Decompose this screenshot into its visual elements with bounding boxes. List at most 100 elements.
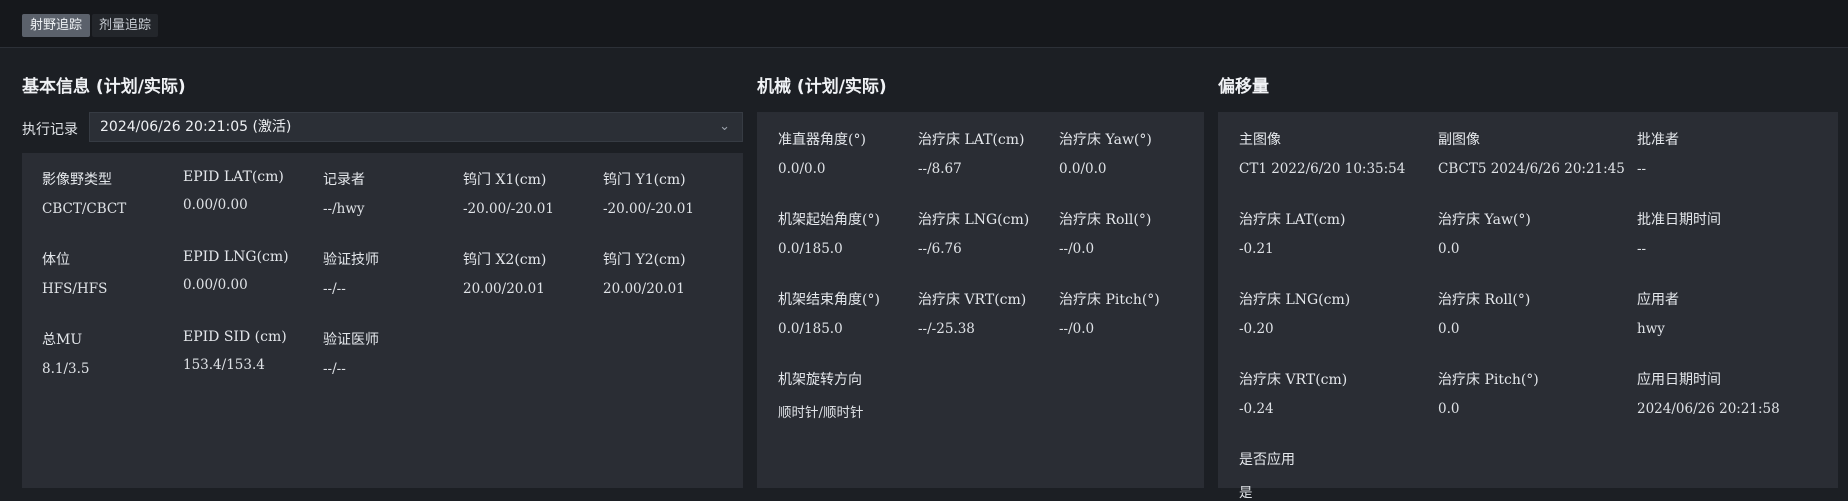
field-value: -0.21 — [1239, 241, 1274, 257]
field-label: 治疗床 Roll(°) — [1438, 292, 1531, 308]
field-value: 0.0/185.0 — [778, 321, 843, 337]
field-offset-yaw: 治疗床 Yaw(°) 0.0 — [1438, 209, 1531, 257]
field-label: 验证技师 — [323, 252, 379, 268]
field-label: 治疗床 Pitch(°) — [1059, 292, 1160, 308]
field-label: 记录者 — [323, 172, 365, 188]
field-value: hwy — [1637, 321, 1665, 337]
field-label: 批准日期时间 — [1637, 212, 1721, 228]
field-is-applied: 是否应用 是 — [1239, 449, 1295, 501]
field-label: 治疗床 LNG(cm) — [1239, 292, 1351, 308]
field-value: 0.0/0.0 — [1059, 161, 1107, 177]
field-label: 准直器角度(°) — [778, 132, 866, 148]
field-value: -20.00/-20.01 — [463, 201, 554, 217]
field-epid-lng: EPID LNG(cm) 0.00/0.00 — [183, 249, 289, 293]
field-collimator-angle: 准直器角度(°) 0.0/0.0 — [778, 129, 866, 177]
field-label: EPID LAT(cm) — [183, 169, 284, 185]
field-offset-lng: 治疗床 LNG(cm) -0.20 — [1239, 289, 1350, 337]
field-value: CBCT/CBCT — [42, 201, 127, 217]
field-label: 治疗床 VRT(cm) — [918, 292, 1027, 308]
field-value: --/-- — [323, 281, 346, 297]
field-couch-vrt: 治疗床 VRT(cm) --/-25.38 — [918, 289, 1026, 337]
field-epid-sid: EPID SID (cm) 153.4/153.4 — [183, 329, 287, 373]
basic-info-title: 基本信息 (计划/实际) — [22, 77, 186, 97]
field-label: EPID LNG(cm) — [183, 249, 289, 265]
field-label: 应用者 — [1637, 292, 1679, 308]
field-value: -- — [1637, 161, 1647, 177]
field-verify-tech: 验证技师 --/-- — [323, 249, 379, 297]
field-value: 8.1/3.5 — [42, 361, 90, 377]
field-label: 钨门 X2(cm) — [463, 252, 547, 268]
field-label: 影像野类型 — [42, 172, 112, 188]
field-approval-datetime: 批准日期时间 -- — [1637, 209, 1721, 257]
field-label: 体位 — [42, 252, 70, 268]
field-value: CBCT5 2024/6/26 20:21:45 — [1438, 161, 1625, 177]
field-gantry-start: 机架起始角度(°) 0.0/185.0 — [778, 209, 880, 257]
field-label: 应用日期时间 — [1637, 372, 1721, 388]
field-applier: 应用者 hwy — [1637, 289, 1679, 337]
field-label: 总MU — [42, 332, 83, 348]
tab-field-tracking[interactable]: 射野追踪 — [22, 14, 90, 37]
field-value: -20.00/-20.01 — [603, 201, 694, 217]
field-label: 是否应用 — [1239, 452, 1295, 468]
field-value: --/hwy — [323, 201, 365, 217]
field-value: 0.0 — [1438, 321, 1460, 337]
field-value: HFS/HFS — [42, 281, 108, 297]
field-value: 20.00/20.01 — [463, 281, 545, 297]
field-label: 治疗床 Yaw(°) — [1059, 132, 1152, 148]
field-value: 2024/06/26 20:21:58 — [1637, 401, 1780, 417]
exec-record-label: 执行记录 — [22, 122, 78, 138]
field-value: -0.24 — [1239, 401, 1274, 417]
field-recorder: 记录者 --/hwy — [323, 169, 365, 217]
offset-title: 偏移量 — [1218, 77, 1269, 97]
field-value: --/6.76 — [918, 241, 962, 257]
field-value: 20.00/20.01 — [603, 281, 685, 297]
field-label: 机架结束角度(°) — [778, 292, 880, 308]
field-jaw-y2: 钨门 Y2(cm) 20.00/20.01 — [603, 249, 686, 297]
field-value: 是 — [1239, 485, 1253, 501]
field-jaw-x2: 钨门 X2(cm) 20.00/20.01 — [463, 249, 546, 297]
exec-record-value: 2024/06/26 20:21:05 (激活) — [100, 119, 292, 135]
offset-panel: 主图像 CT1 2022/6/20 10:35:54 副图像 CBCT5 202… — [1218, 112, 1838, 501]
field-image-type: 影像野类型 CBCT/CBCT — [42, 169, 126, 217]
field-verify-doctor: 验证医师 --/-- — [323, 329, 379, 377]
field-jaw-y1: 钨门 Y1(cm) -20.00/-20.01 — [603, 169, 694, 217]
field-label: 机架旋转方向 — [778, 372, 862, 388]
field-couch-roll: 治疗床 Roll(°) --/0.0 — [1059, 209, 1151, 257]
field-label: 钨门 Y1(cm) — [603, 172, 686, 188]
field-couch-lng: 治疗床 LNG(cm) --/6.76 — [918, 209, 1029, 257]
field-approver: 批准者 -- — [1637, 129, 1679, 177]
field-offset-lat: 治疗床 LAT(cm) -0.21 — [1239, 209, 1345, 257]
field-value: --/-25.38 — [918, 321, 975, 337]
field-label: 批准者 — [1637, 132, 1679, 148]
field-epid-lat: EPID LAT(cm) 0.00/0.00 — [183, 169, 284, 213]
field-label: 钨门 X1(cm) — [463, 172, 547, 188]
field-label: 治疗床 Roll(°) — [1059, 212, 1152, 228]
field-label: EPID SID (cm) — [183, 329, 287, 345]
tab-dose-tracking[interactable]: 剂量追踪 — [92, 14, 158, 37]
field-value: --/0.0 — [1059, 321, 1095, 337]
field-label: 副图像 — [1438, 132, 1480, 148]
field-couch-lat: 治疗床 LAT(cm) --/8.67 — [918, 129, 1024, 177]
chevron-down-icon[interactable]: ⌄ — [719, 113, 730, 141]
field-value: CT1 2022/6/20 10:35:54 — [1239, 161, 1406, 177]
field-value: --/-- — [323, 361, 346, 377]
field-jaw-x1: 钨门 X1(cm) -20.00/-20.01 — [463, 169, 554, 217]
field-label: 治疗床 Pitch(°) — [1438, 372, 1539, 388]
field-value: --/8.67 — [918, 161, 962, 177]
field-label: 治疗床 LAT(cm) — [1239, 212, 1346, 228]
field-value: 0.0 — [1438, 241, 1460, 257]
field-primary-image: 主图像 CT1 2022/6/20 10:35:54 — [1239, 129, 1405, 177]
field-value: 0.0 — [1438, 401, 1460, 417]
field-value: 顺时针/顺时针 — [778, 405, 864, 421]
field-offset-roll: 治疗床 Roll(°) 0.0 — [1438, 289, 1530, 337]
exec-record-select[interactable]: 2024/06/26 20:21:05 (激活) ⌄ — [89, 112, 743, 142]
field-value: --/0.0 — [1059, 241, 1095, 257]
field-value: 153.4/153.4 — [183, 357, 265, 373]
field-secondary-image: 副图像 CBCT5 2024/6/26 20:21:45 — [1438, 129, 1625, 177]
field-value: 0.0/185.0 — [778, 241, 843, 257]
field-gantry-end: 机架结束角度(°) 0.0/185.0 — [778, 289, 880, 337]
field-couch-pitch: 治疗床 Pitch(°) --/0.0 — [1059, 289, 1160, 337]
field-label: 主图像 — [1239, 132, 1281, 148]
mechanical-panel: 准直器角度(°) 0.0/0.0 治疗床 LAT(cm) --/8.67 治疗床… — [757, 112, 1204, 488]
field-offset-vrt: 治疗床 VRT(cm) -0.24 — [1239, 369, 1347, 417]
